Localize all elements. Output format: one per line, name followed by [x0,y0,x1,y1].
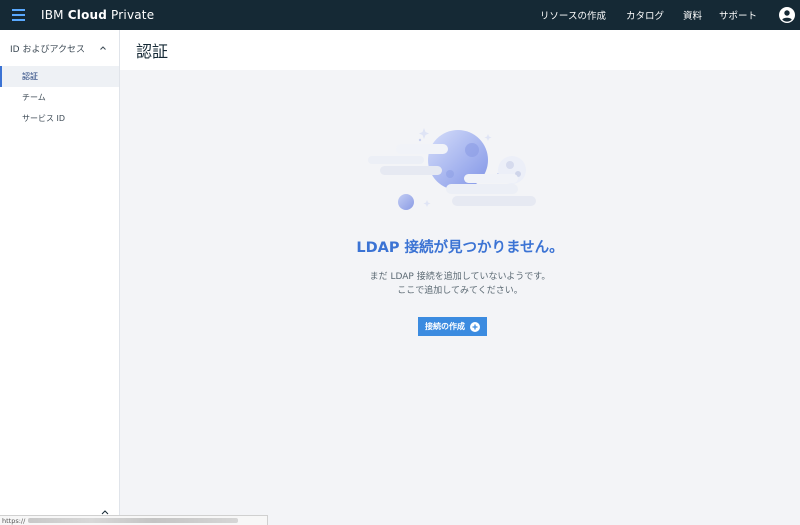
page-header: 認証 [120,30,800,70]
sidebar-group-identity-access[interactable]: ID およびアクセス [0,30,119,66]
sidebar-item-teams[interactable]: チーム [0,87,119,108]
nav-support[interactable]: サポート [719,8,757,22]
empty-state-title: LDAP 接続が見つかりません。 [356,240,564,256]
create-connection-label: 接続の作成 [425,322,465,331]
nav-docs[interactable]: 資料 [683,8,702,22]
empty-state-illustration [368,128,536,210]
add-circle-icon [470,321,480,332]
brand-logo[interactable]: IBM Cloud Private [41,8,154,22]
user-avatar-icon[interactable] [779,7,795,23]
browser-status-bar: https:// [0,515,268,525]
empty-state-description-line2: ここで追加してみてください。 [397,286,523,296]
sidebar-item-authentication[interactable]: 認証 [0,66,119,87]
create-connection-button[interactable]: 接続の作成 [418,317,487,336]
top-bar: IBM Cloud Private リソースの作成 カタログ 資料 サポート [0,0,800,30]
brand-prefix: IBM [41,8,68,22]
sidebar: ID およびアクセス 認証 チーム サービス ID [0,30,120,525]
sidebar-group-label: ID およびアクセス [10,44,85,55]
brand-bold: Cloud [67,8,108,22]
chevron-up-icon [100,46,106,50]
sidebar-item-service-ids[interactable]: サービス ID [0,108,119,129]
top-nav: リソースの作成 カタログ 資料 サポート [540,0,800,30]
empty-state-description-line1: まだ LDAP 接続を追加していないようです。 [369,272,551,282]
page-title: 認証 [136,42,169,61]
status-url-prefix: https:// [2,516,26,525]
status-url-blurred [28,518,239,523]
menu-icon[interactable] [0,0,36,30]
nav-catalog[interactable]: カタログ [626,8,664,22]
nav-create-resource[interactable]: リソースの作成 [540,8,606,22]
brand-suffix: Private [107,8,155,22]
